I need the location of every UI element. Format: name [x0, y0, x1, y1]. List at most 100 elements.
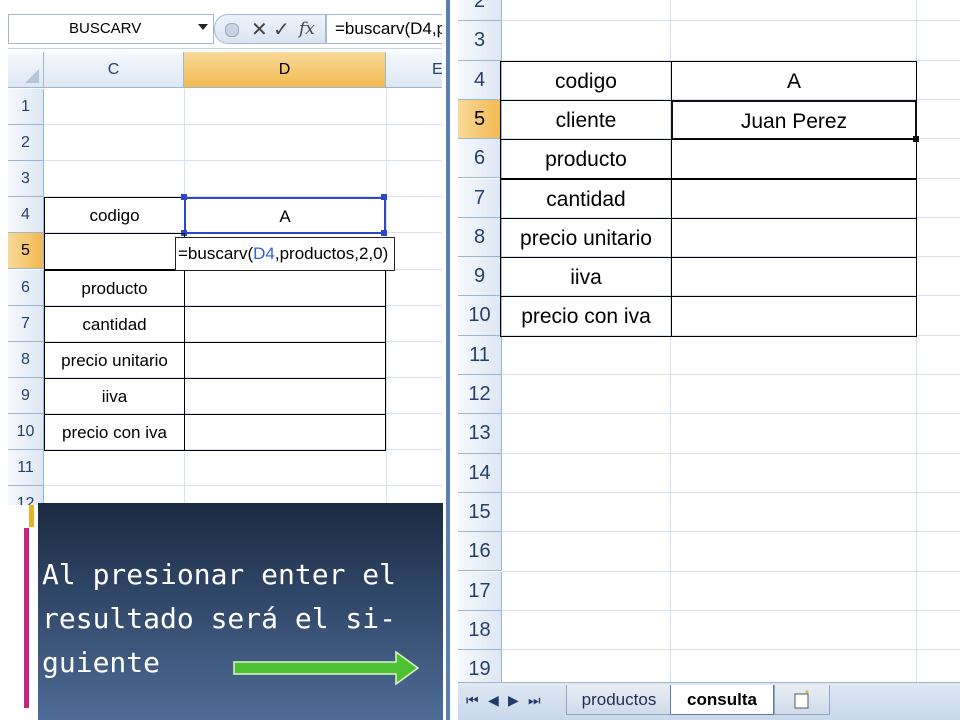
row-header-14[interactable]: 14 — [458, 453, 502, 493]
prev-sheet-icon[interactable]: ◀ — [488, 693, 499, 709]
row-header-2[interactable]: 2 — [8, 125, 44, 162]
grid-line — [502, 609, 960, 611]
caption-line-1: Al presionar enter el — [42, 558, 397, 591]
value-cell[interactable] — [671, 178, 917, 219]
label-cell[interactable]: precio unitario — [500, 217, 672, 259]
row-header-8[interactable]: 8 — [458, 217, 502, 258]
row-header-5[interactable]: 5 — [458, 99, 502, 140]
accent-pink-bar — [24, 528, 29, 708]
row-header-5[interactable]: 5 — [8, 233, 44, 270]
formula-bar: BUSCARV ✕ ✓ fx =buscarv(D4,pr — [8, 10, 442, 49]
formula-end: ,productos,2,0) — [274, 244, 389, 263]
enter-check-icon[interactable]: ✓ — [273, 18, 290, 40]
value-cell[interactable] — [671, 296, 917, 337]
value-cell[interactable] — [184, 341, 386, 379]
label-cell[interactable]: precio con iva — [500, 296, 672, 337]
grid-line — [502, 570, 960, 572]
row-header-11[interactable]: 11 — [8, 450, 44, 487]
value-cell[interactable] — [671, 217, 917, 259]
value-cell[interactable] — [671, 257, 917, 298]
select-all-corner[interactable] — [8, 52, 44, 88]
row-header-13[interactable]: 13 — [458, 414, 502, 454]
first-sheet-icon[interactable]: ⏮ — [466, 693, 479, 709]
grid-line — [44, 160, 442, 162]
insert-sheet-tab[interactable] — [774, 685, 830, 715]
label-cell[interactable]: codigo — [44, 197, 185, 235]
cancel-icon[interactable]: ✕ — [251, 18, 268, 40]
grid-line — [502, 20, 960, 22]
row-header-2[interactable]: 2 — [458, 0, 502, 22]
name-box-dropdown-icon[interactable] — [198, 24, 208, 30]
value-cell[interactable] — [184, 413, 386, 451]
row-header-16[interactable]: 16 — [458, 532, 502, 572]
tab-consulta[interactable]: consulta — [670, 685, 774, 715]
row-header-1[interactable]: 1 — [8, 89, 44, 126]
selection-handle[interactable] — [181, 194, 187, 201]
label-cell[interactable]: cliente — [500, 99, 672, 141]
label-cell[interactable]: iiva — [44, 377, 185, 415]
sheet-tab-bar: ⏮ ◀ ▶ ⏭ productos consulta — [458, 682, 960, 720]
value-cell[interactable]: A — [671, 60, 917, 101]
cell-d5-selected[interactable]: Juan Perez — [671, 99, 917, 141]
grid-line — [502, 452, 960, 454]
formula-reference: D4 — [253, 244, 275, 263]
label-cell[interactable]: codigo — [500, 60, 672, 101]
formula-input[interactable]: =buscarv(D4,pr — [326, 14, 442, 44]
grid-line — [502, 649, 960, 651]
row-header-12[interactable]: 12 — [458, 375, 502, 415]
grid-line — [502, 413, 960, 415]
value-cell[interactable] — [184, 377, 386, 415]
selection-handle[interactable] — [381, 194, 387, 201]
selection-handle[interactable] — [381, 230, 387, 237]
tab-productos[interactable]: productos — [566, 685, 672, 715]
label-cell[interactable]: cantidad — [44, 305, 185, 343]
last-sheet-icon[interactable]: ⏭ — [528, 693, 541, 709]
column-header-d[interactable]: D — [184, 52, 386, 88]
name-box[interactable]: BUSCARV — [8, 14, 214, 44]
row-header-15[interactable]: 15 — [458, 492, 502, 533]
label-cell[interactable]: iiva — [500, 257, 672, 298]
row-header-3[interactable]: 3 — [8, 161, 44, 198]
row-header-10[interactable]: 10 — [8, 413, 44, 450]
caption-line-2: resultado será el si- — [42, 602, 397, 635]
column-header-e[interactable]: E — [386, 52, 442, 88]
right-excel-screenshot: 2 3 4 5 6 7 8 9 10 11 12 13 14 15 16 17 18 19 codigo Aclie… — [446, 0, 960, 720]
row-header-9[interactable]: 9 — [458, 257, 502, 297]
value-cell[interactable] — [671, 139, 917, 180]
label-cell[interactable]: producto — [44, 269, 185, 307]
row-header-17[interactable]: 17 — [458, 571, 502, 611]
next-sheet-icon[interactable]: ▶ — [508, 693, 519, 709]
row-header-10[interactable]: 10 — [458, 296, 502, 336]
row-header-7[interactable]: 7 — [458, 178, 502, 218]
grid-line — [386, 89, 387, 505]
row-header-7[interactable]: 7 — [8, 305, 44, 342]
select-all-triangle-icon — [25, 69, 39, 83]
formula-start: =buscarv( — [178, 244, 254, 263]
insert-function-icon[interactable]: fx — [299, 18, 315, 40]
grid-line — [44, 124, 442, 126]
value-cell[interactable] — [184, 269, 386, 307]
row-header-4[interactable]: 4 — [458, 60, 502, 100]
cell-edit-formula[interactable]: =buscarv(D4,productos,2,0) — [175, 237, 395, 271]
grid-line — [502, 491, 960, 493]
value-cell[interactable] — [184, 305, 386, 343]
label-cell[interactable]: producto — [500, 139, 672, 180]
row-header-8[interactable]: 8 — [8, 341, 44, 378]
row-header-6[interactable]: 6 — [458, 139, 502, 179]
label-cell[interactable]: cantidad — [500, 178, 672, 219]
row-header-11[interactable]: 11 — [458, 335, 502, 375]
row-header-3[interactable]: 3 — [458, 21, 502, 61]
label-cell[interactable]: precio unitario — [44, 341, 185, 379]
label-cell[interactable]: precio con iva — [44, 413, 185, 451]
column-headers: C D E — [8, 52, 442, 89]
formula-bar-dots-icon — [225, 23, 239, 37]
cell-d4-selected[interactable]: A — [184, 197, 386, 235]
row-header-6[interactable]: 6 — [8, 269, 44, 306]
row-header-4[interactable]: 4 — [8, 197, 44, 234]
left-excel-screenshot: BUSCARV ✕ ✓ fx =buscarv(D4,pr C D E 1234… — [0, 0, 442, 505]
column-header-c[interactable]: C — [44, 52, 184, 88]
label-cell[interactable] — [44, 233, 185, 271]
row-header-18[interactable]: 18 — [458, 610, 502, 651]
accent-yellow-mark — [29, 505, 34, 527]
row-header-9[interactable]: 9 — [8, 377, 44, 414]
